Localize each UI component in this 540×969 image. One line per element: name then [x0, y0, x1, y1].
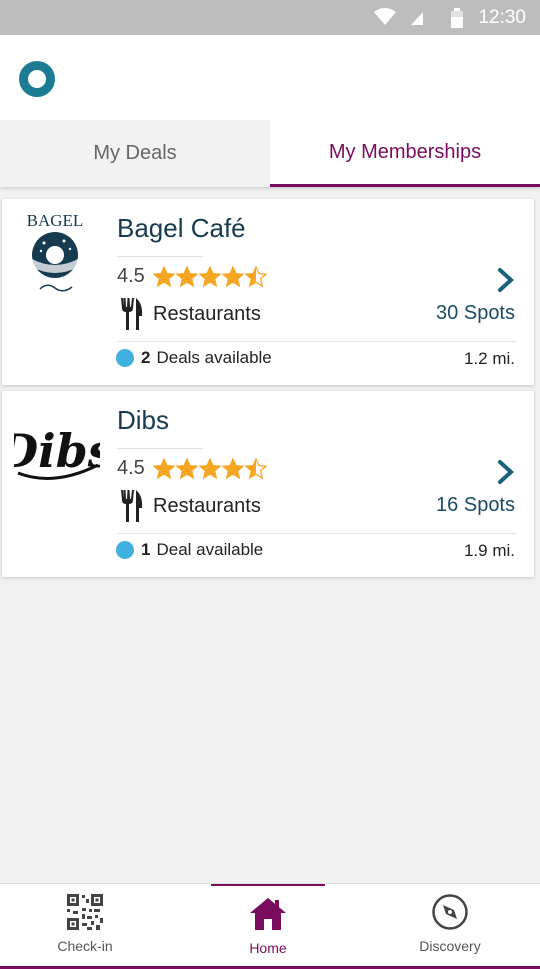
deals-count: 2	[141, 348, 151, 367]
fork-knife-icon	[121, 490, 143, 522]
star-icon	[198, 266, 221, 287]
status-time: 12:30	[478, 7, 526, 28]
star-rating	[152, 266, 268, 287]
nav-discovery-label: Discovery	[419, 938, 481, 954]
app-bar	[0, 35, 540, 120]
distance: 1.9 mi.	[463, 541, 515, 560]
home-icon	[250, 898, 286, 930]
nav-home-label: Home	[249, 940, 287, 956]
category-label: Restaurants	[153, 302, 261, 325]
tab-my-deals[interactable]: My Deals	[0, 120, 270, 187]
star-icon	[244, 458, 267, 479]
nav-check-in[interactable]: Check-in	[28, 884, 142, 967]
compass-icon	[432, 894, 468, 930]
star-icon	[198, 458, 221, 479]
rating-value: 4.5	[117, 265, 145, 287]
tab-bar: My Deals My Memberships	[0, 120, 540, 187]
spots-count: 30 Spots	[436, 302, 515, 324]
nav-home[interactable]: Home	[211, 884, 325, 967]
deals-available: 2 Deals available	[116, 348, 272, 368]
category: Restaurants	[120, 298, 261, 330]
star-icon	[221, 458, 244, 479]
title-divider	[117, 256, 203, 257]
membership-card[interactable]: Dibs Dibs 4.5 Restaurants 16 Spots 1 Dea…	[0, 391, 534, 577]
star-icon	[221, 266, 244, 287]
deals-label: Deal available	[156, 540, 264, 559]
chevron-right-icon[interactable]	[497, 267, 515, 293]
bottom-nav: Check-in Home Discovery	[0, 883, 540, 969]
deal-dot-icon	[116, 349, 134, 367]
signal-icon	[411, 12, 423, 25]
distance: 1.2 mi.	[463, 349, 515, 368]
star-icon	[152, 458, 175, 479]
membership-card[interactable]: BAGEL Bagel Café 4.5 Restaurants 30 Spot…	[2, 199, 534, 385]
star-icon	[244, 266, 267, 287]
brand-logo: BAGEL	[14, 209, 96, 299]
card-divider	[117, 533, 517, 534]
tab-my-memberships[interactable]: My Memberships	[270, 120, 540, 187]
battery-icon	[451, 8, 463, 28]
rating-value: 4.5	[117, 457, 145, 479]
star-icon	[152, 266, 175, 287]
card-divider	[117, 341, 517, 342]
title-divider	[117, 448, 203, 449]
spots-count: 16 Spots	[436, 494, 515, 516]
category-label: Restaurants	[153, 494, 261, 517]
deals-count: 1	[141, 540, 151, 559]
nav-check-in-label: Check-in	[57, 938, 113, 954]
category: Restaurants	[120, 490, 261, 522]
membership-name: Bagel Café	[117, 213, 246, 243]
rating: 4.5	[117, 265, 268, 288]
deals-label: Deals available	[156, 348, 272, 367]
star-icon	[175, 266, 198, 287]
star-rating	[152, 458, 268, 479]
fork-knife-icon	[121, 298, 143, 330]
nav-discovery[interactable]: Discovery	[393, 884, 507, 967]
membership-name: Dibs	[117, 405, 170, 435]
chevron-right-icon[interactable]	[497, 459, 515, 485]
deals-available: 1 Deal available	[116, 540, 263, 560]
deal-dot-icon	[116, 541, 134, 559]
wifi-icon	[374, 8, 396, 25]
status-bar: 12:30	[0, 0, 540, 35]
star-icon	[175, 458, 198, 479]
brand-logo-text: BAGEL	[27, 211, 84, 230]
app-logo-icon[interactable]	[19, 61, 55, 97]
qr-code-icon	[67, 894, 103, 930]
brand-logo: Dibs	[0, 401, 114, 491]
rating: 4.5	[117, 457, 268, 480]
